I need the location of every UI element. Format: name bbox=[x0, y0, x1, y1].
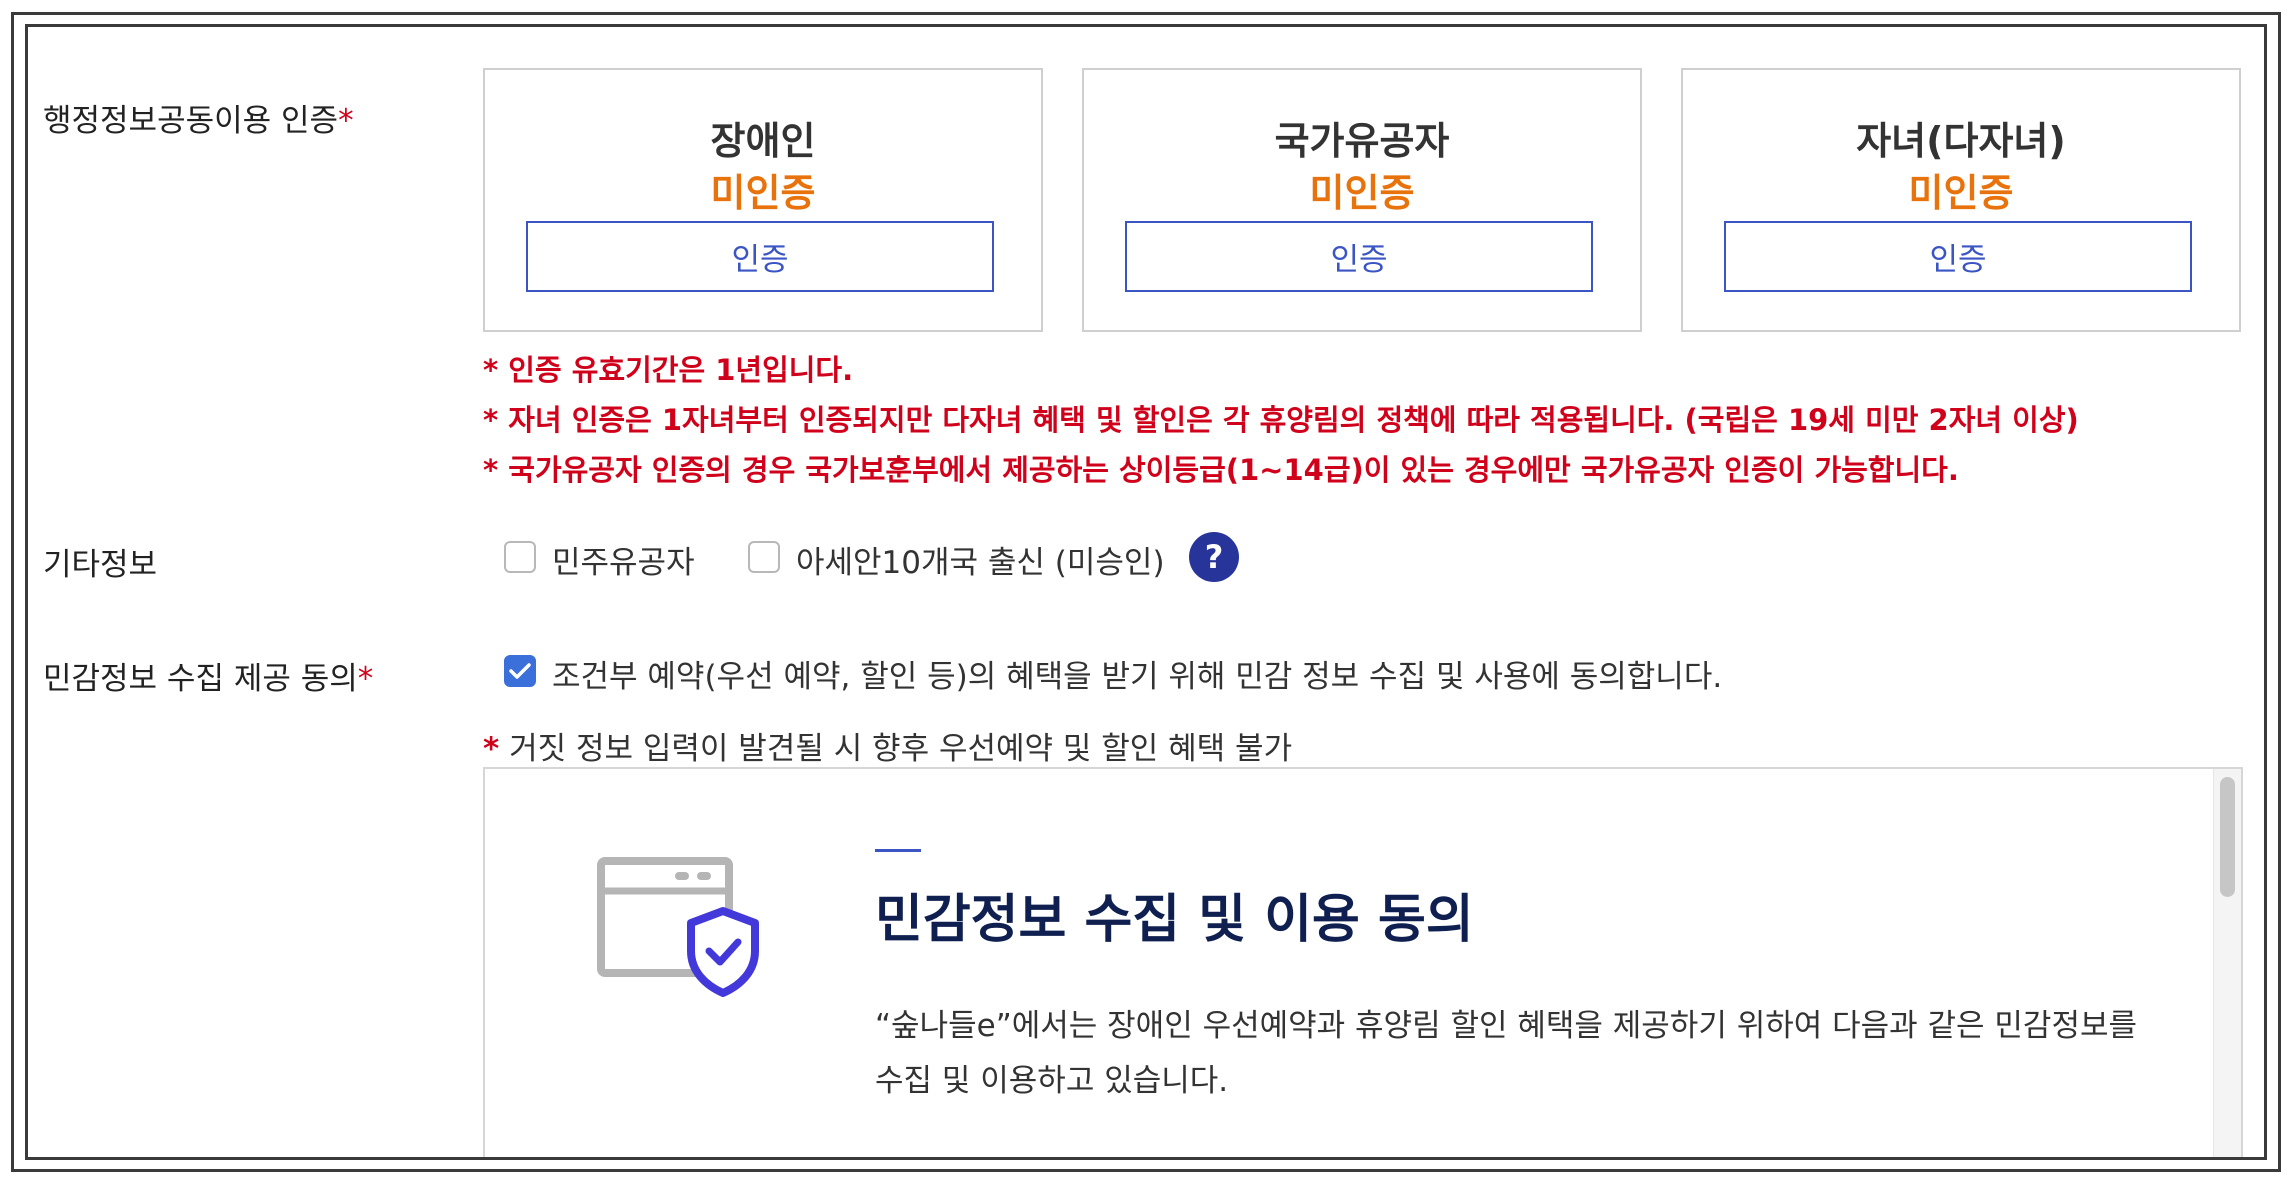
notice-validity: * 인증 유효기간은 1년입니다. bbox=[483, 353, 854, 387]
consent-scroll-panel[interactable]: 민감정보 수집 및 이용 동의 “숲나들e”에서는 장애인 우선예약과 휴양림 … bbox=[483, 767, 2243, 1157]
democracy-merit-label: 민주유공자 bbox=[552, 545, 695, 581]
false-info-warning: * 거짓 정보 입력이 발견될 시 향후 우선예약 및 할인 혜택 불가 bbox=[483, 723, 1292, 768]
cert-card-disabled: 장애인 미인증 인증 bbox=[483, 68, 1043, 332]
sensitive-consent-label: 민감정보 수집 제공 동의* bbox=[43, 653, 373, 698]
false-info-text: 거짓 정보 입력이 발견될 시 향후 우선예약 및 할인 혜택 불가 bbox=[499, 731, 1293, 767]
secure-window-icon bbox=[597, 857, 759, 997]
asean-origin-checkbox[interactable] bbox=[748, 541, 780, 573]
cert-card-children: 자녀(다자녀) 미인증 인증 bbox=[1681, 68, 2241, 332]
admin-info-label: 행정정보공동이용 인증* bbox=[43, 95, 354, 140]
required-mark: * bbox=[483, 731, 500, 767]
scrollbar-track[interactable] bbox=[2213, 769, 2241, 1157]
help-icon[interactable]: ? bbox=[1189, 532, 1239, 582]
admin-info-label-text: 행정정보공동이용 인증 bbox=[43, 103, 339, 139]
cert-title: 국가유공자 bbox=[1274, 119, 1450, 163]
cert-status: 미인증 bbox=[1908, 171, 2014, 215]
scrollbar-thumb[interactable] bbox=[2220, 777, 2235, 897]
notice-veteran: * 국가유공자 인증의 경우 국가보훈부에서 제공하는 상이등급(1~14급)이… bbox=[483, 453, 1959, 487]
other-info-label: 기타정보 bbox=[43, 547, 158, 583]
democracy-merit-checkbox[interactable] bbox=[504, 541, 536, 573]
sensitive-consent-text: 조건부 예약(우선 예약, 할인 등)의 혜택을 받기 위해 민감 정보 수집 … bbox=[552, 659, 1723, 695]
cert-title: 장애인 bbox=[710, 119, 816, 163]
consent-panel-description: “숲나들e”에서는 장애인 우선예약과 휴양림 할인 혜택을 제공하기 위하여 … bbox=[875, 1008, 2138, 1099]
title-accent-line bbox=[875, 849, 921, 852]
checkmark-icon bbox=[509, 663, 531, 679]
certify-veteran-button[interactable]: 인증 bbox=[1125, 221, 1593, 292]
certify-disabled-button[interactable]: 인증 bbox=[526, 221, 994, 292]
notice-children: * 자녀 인증은 1자녀부터 인증되지만 다자녀 혜택 및 할인은 각 휴양림의… bbox=[483, 403, 2079, 437]
cert-status: 미인증 bbox=[710, 171, 816, 215]
certify-children-button[interactable]: 인증 bbox=[1724, 221, 2192, 292]
consent-panel-title: 민감정보 수집 및 이용 동의 bbox=[875, 890, 1474, 950]
required-mark: * bbox=[357, 661, 374, 697]
form-container: 행정정보공동이용 인증* 장애인 미인증 인증 국가유공자 미인증 인증 자녀(… bbox=[25, 24, 2267, 1160]
required-mark: * bbox=[338, 103, 354, 139]
sensitive-consent-label-text: 민감정보 수집 제공 동의 bbox=[43, 661, 358, 697]
sensitive-consent-checkbox[interactable] bbox=[504, 655, 536, 687]
cert-status: 미인증 bbox=[1309, 171, 1415, 215]
cert-card-veteran: 국가유공자 미인증 인증 bbox=[1082, 68, 1642, 332]
cert-title: 자녀(다자녀) bbox=[1856, 119, 2066, 163]
asean-origin-label: 아세안10개국 출신 (미승인) bbox=[796, 545, 1165, 581]
